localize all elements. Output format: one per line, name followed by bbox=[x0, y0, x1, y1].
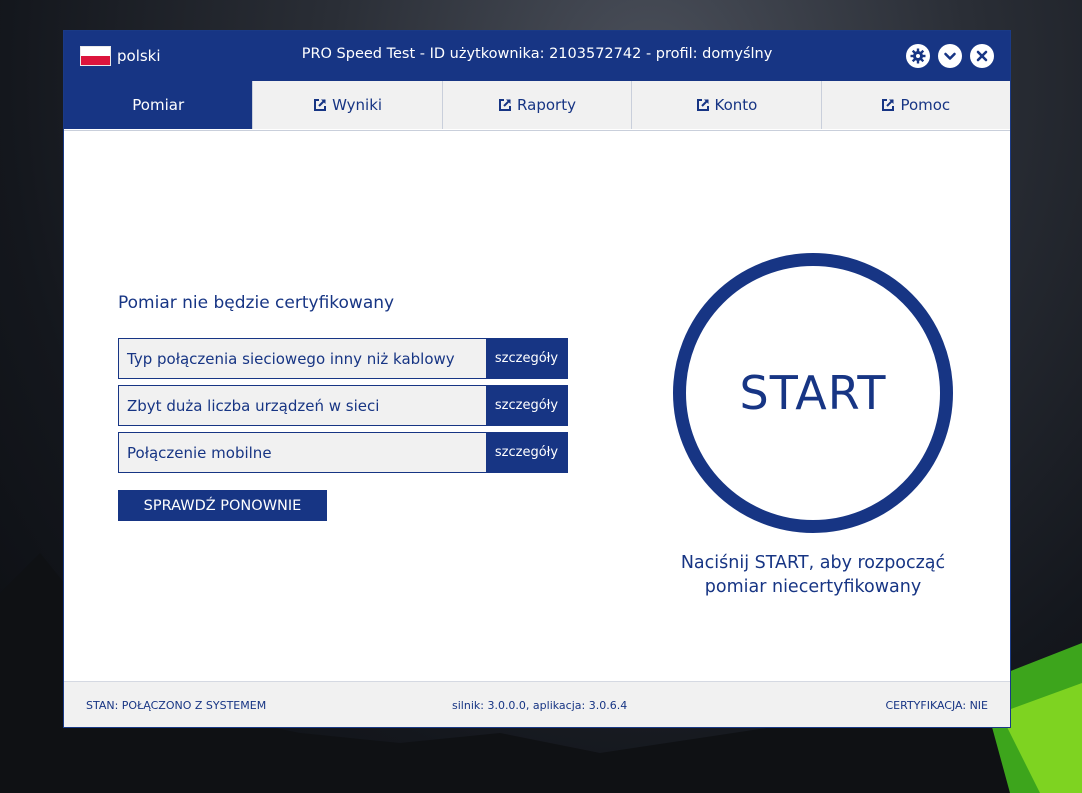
tab-pomoc[interactable]: Pomoc bbox=[821, 81, 1011, 129]
tab-konto[interactable]: Konto bbox=[632, 81, 822, 129]
issue-text: Typ połączenia sieciowego inny niż kablo… bbox=[119, 339, 486, 378]
title-bar: polski PRO Speed Test - ID użytkownika: … bbox=[64, 31, 1010, 81]
tab-label: Pomoc bbox=[900, 96, 951, 114]
start-hint-line: Naciśnij START, aby rozpocząć bbox=[680, 553, 946, 573]
chevron-down-icon bbox=[944, 52, 956, 60]
start-hint-line: pomiar niecertyfikowany bbox=[704, 577, 922, 597]
external-link-icon bbox=[882, 99, 895, 111]
tab-raporty[interactable]: Raporty bbox=[442, 81, 633, 129]
issue-text: Połączenie mobilne bbox=[119, 433, 486, 472]
tab-pomiar[interactable]: Pomiar bbox=[64, 81, 254, 129]
details-button[interactable]: szczegóły bbox=[486, 433, 567, 472]
start-hint: Naciśnij START, aby rozpocząć pomiar nie… bbox=[653, 551, 973, 599]
issue-text: Zbyt duża liczba urządzeń w sieci bbox=[119, 386, 486, 425]
status-bar: STAN: POŁĄCZONO Z SYSTEMEM silnik: 3.0.0… bbox=[64, 681, 1010, 727]
window-title: PRO Speed Test - ID użytkownika: 2103572… bbox=[301, 46, 773, 62]
close-icon bbox=[976, 50, 988, 62]
tab-bar: Pomiar Wyniki Raporty Konto Pomoc bbox=[64, 81, 1011, 131]
issue-row: Połączenie mobilne szczegóły bbox=[118, 432, 568, 473]
version-info: silnik: 3.0.0.0, aplikacja: 3.0.6.4 bbox=[452, 699, 628, 712]
certification-status: CERTYFIKACJA: NIE bbox=[885, 699, 988, 712]
recheck-button[interactable]: SPRAWDŹ PONOWNIE bbox=[118, 490, 327, 521]
gear-icon bbox=[910, 48, 926, 64]
details-button[interactable]: szczegóły bbox=[486, 339, 567, 378]
external-link-icon bbox=[696, 99, 709, 111]
certification-warning-title: Pomiar nie będzie certyfikowany bbox=[118, 293, 395, 313]
settings-button[interactable] bbox=[906, 44, 930, 68]
app-window: polski PRO Speed Test - ID użytkownika: … bbox=[63, 30, 1011, 728]
minimize-button[interactable] bbox=[938, 44, 962, 68]
tab-wyniki[interactable]: Wyniki bbox=[253, 81, 443, 129]
tab-label: Konto bbox=[714, 96, 758, 114]
external-link-icon bbox=[314, 99, 327, 111]
connection-status: STAN: POŁĄCZONO Z SYSTEMEM bbox=[86, 699, 267, 712]
tab-label: Wyniki bbox=[332, 96, 383, 114]
details-button[interactable]: szczegóły bbox=[486, 386, 567, 425]
start-label: START bbox=[739, 366, 887, 420]
close-button[interactable] bbox=[970, 44, 994, 68]
tab-label: Raporty bbox=[517, 96, 576, 114]
issue-row: Typ połączenia sieciowego inny niż kablo… bbox=[118, 338, 568, 379]
start-button[interactable]: START bbox=[673, 253, 953, 533]
tab-label: Pomiar bbox=[132, 96, 185, 114]
issue-row: Zbyt duża liczba urządzeń w sieci szczeg… bbox=[118, 385, 568, 426]
external-link-icon bbox=[499, 99, 512, 111]
